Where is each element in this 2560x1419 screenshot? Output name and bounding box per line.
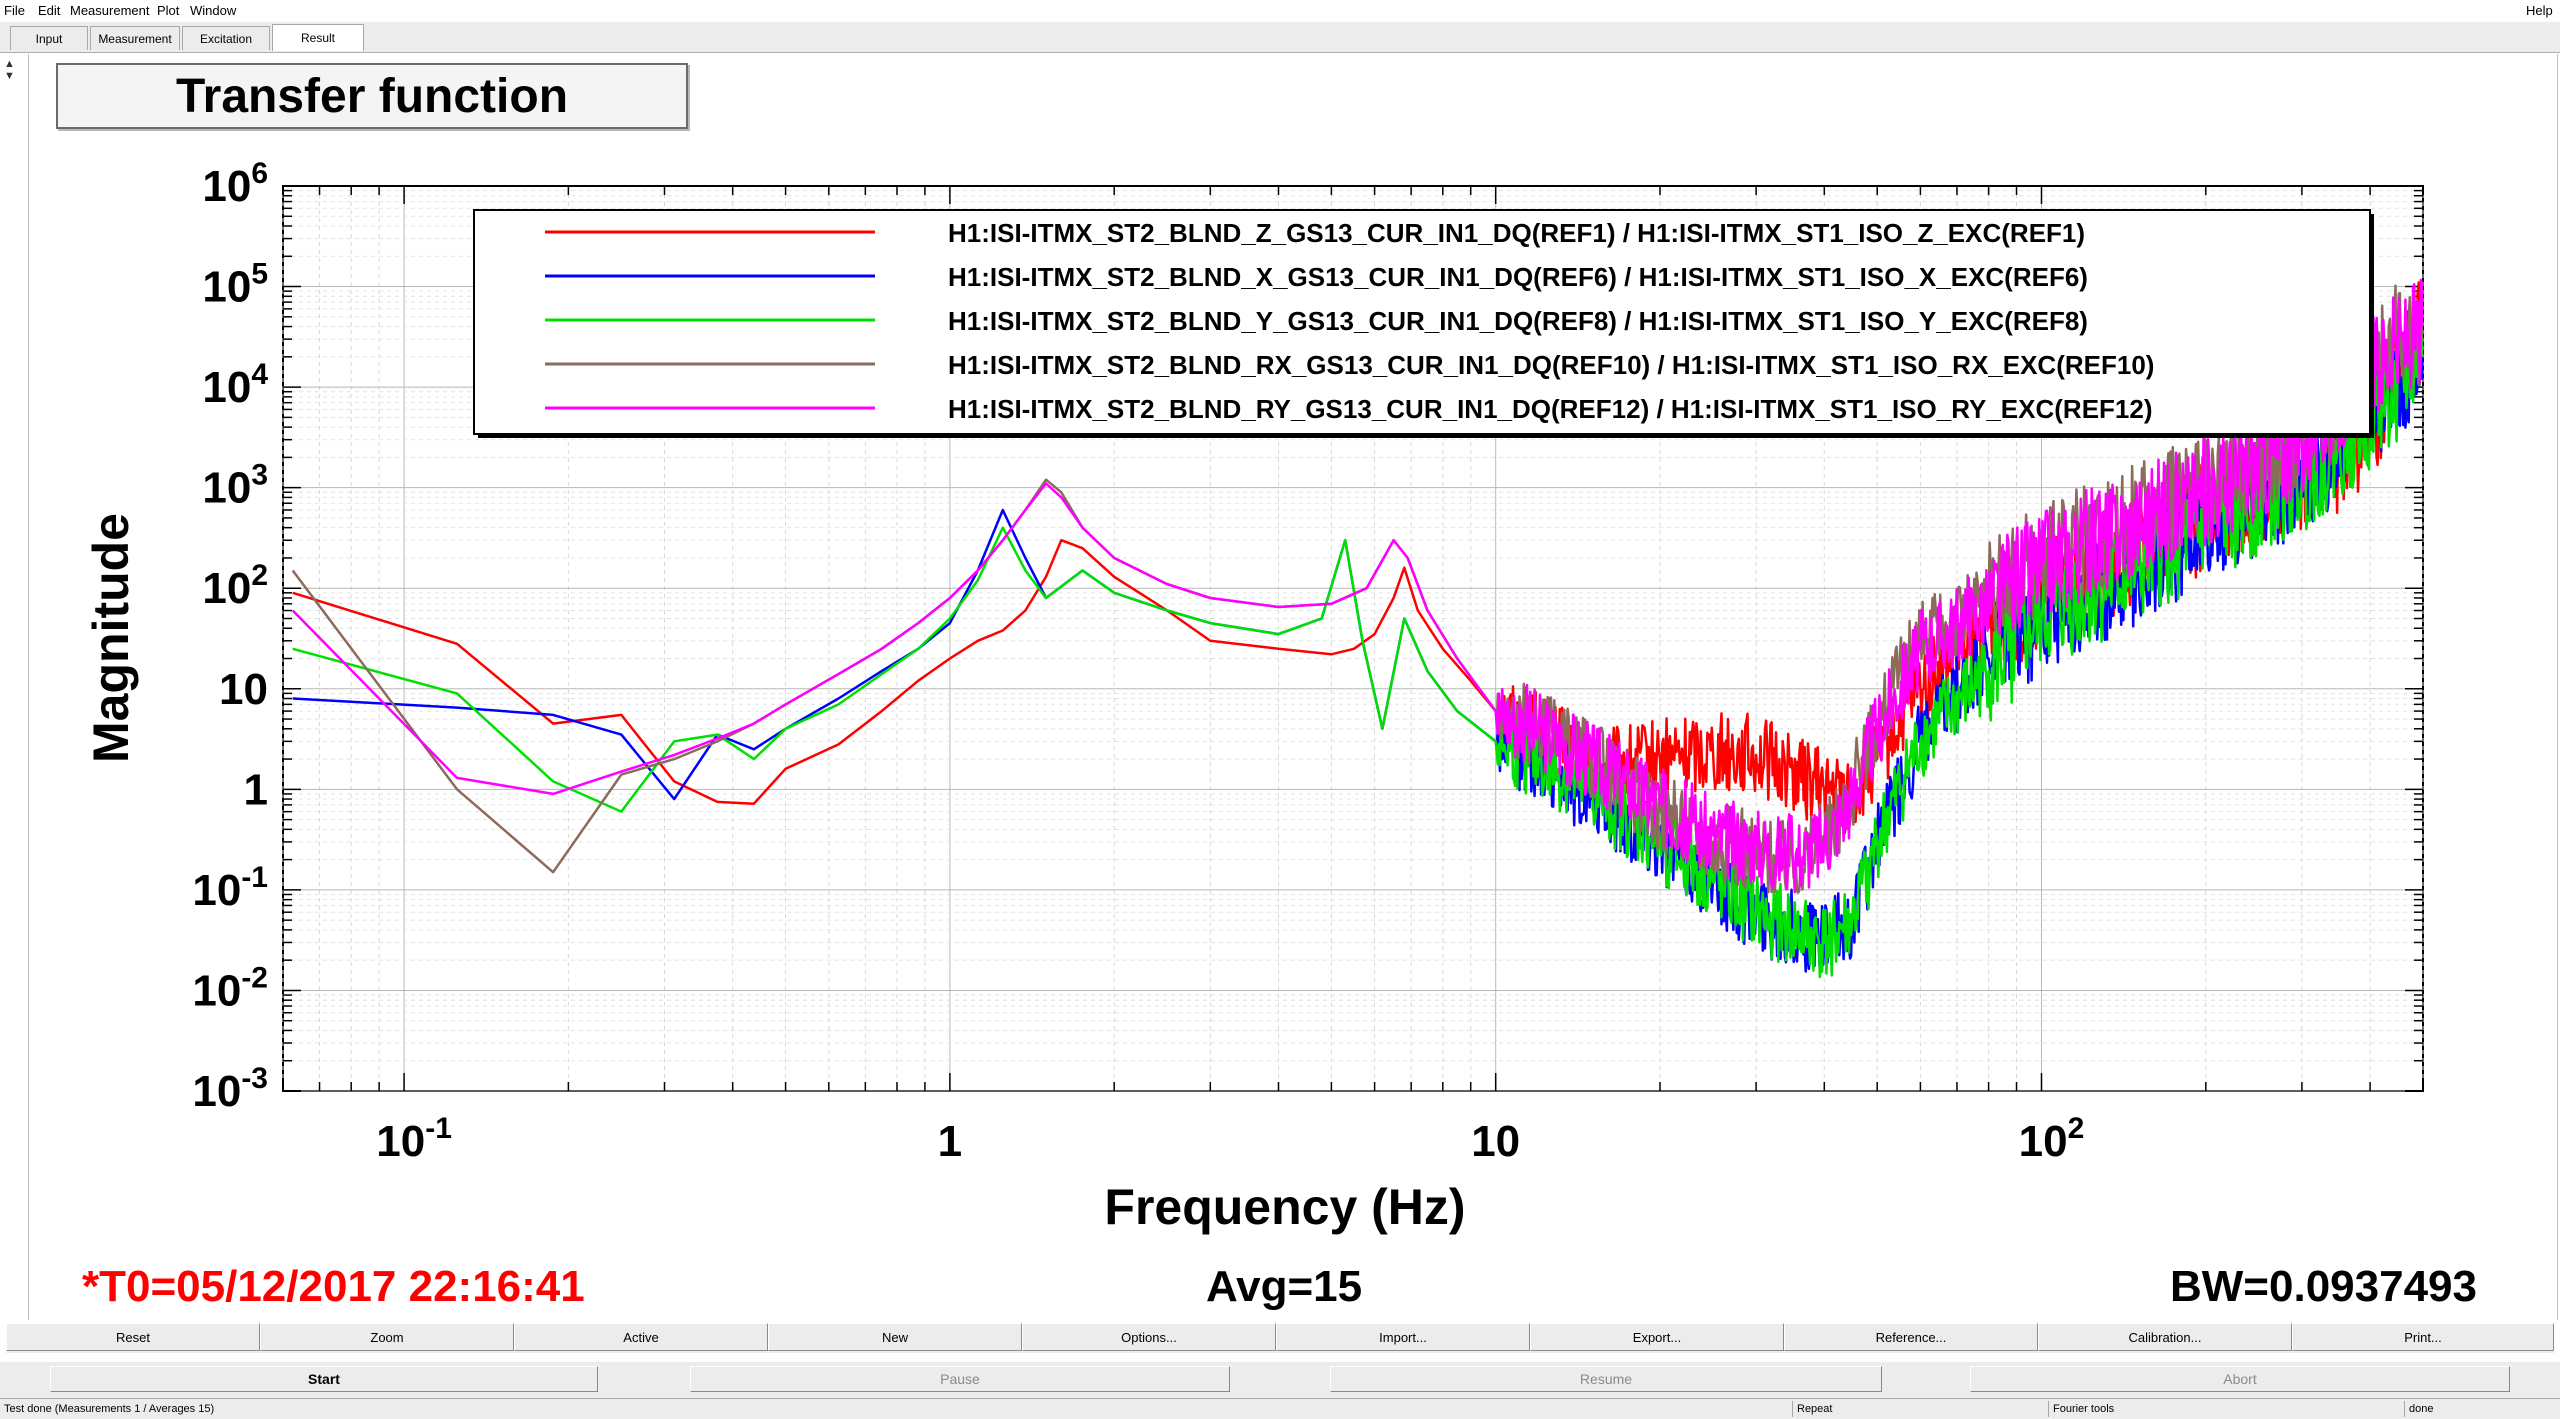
legend-entry: H1:ISI-ITMX_ST2_BLND_X_GS13_CUR_IN1_DQ(R… — [948, 262, 2088, 292]
status-state: done — [2404, 1401, 2560, 1417]
reset-button[interactable]: Reset — [6, 1323, 260, 1351]
y-tick-label: 1 — [244, 765, 268, 814]
action-toolbar: Reset Zoom Active New Options... Import.… — [6, 1323, 2554, 1353]
legend-entry: H1:ISI-ITMX_ST2_BLND_Y_GS13_CUR_IN1_DQ(R… — [948, 306, 2088, 336]
status-message: Test done (Measurements 1 / Averages 15) — [4, 1403, 215, 1415]
x-tick-label: 1 — [938, 1117, 962, 1166]
pause-button[interactable]: Pause — [690, 1366, 1230, 1392]
legend-entry: H1:ISI-ITMX_ST2_BLND_RY_GS13_CUR_IN1_DQ(… — [948, 394, 2153, 424]
x-axis-label: Frequency (Hz) — [1104, 1179, 1465, 1235]
import-button[interactable]: Import... — [1276, 1323, 1530, 1351]
print-button[interactable]: Print... — [2292, 1323, 2554, 1351]
reference-button[interactable]: Reference... — [1784, 1323, 2038, 1351]
start-button[interactable]: Start — [50, 1366, 598, 1392]
y-tick-label: 10-1 — [192, 861, 268, 915]
x-tick-label: 10-1 — [376, 1112, 452, 1166]
legend-shadow — [2370, 214, 2374, 438]
t0-label: *T0=05/12/2017 22:16:41 — [82, 1262, 585, 1311]
transfer-function-chart[interactable]: 10-1 1 10 102 10-310-210-111010210310410510… — [0, 0, 2560, 1260]
y-tick-label: 102 — [202, 559, 268, 613]
status-repeat: Repeat — [1792, 1401, 2048, 1417]
x-tick-label: 10 — [1471, 1117, 1520, 1166]
y-tick-label: 104 — [202, 358, 268, 412]
options-button[interactable]: Options... — [1022, 1323, 1276, 1351]
run-toolbar: Start Pause Resume Abort — [0, 1362, 2560, 1398]
export-button[interactable]: Export... — [1530, 1323, 1784, 1351]
status-tool: Fourier tools — [2048, 1401, 2404, 1417]
zoom-button[interactable]: Zoom — [260, 1323, 514, 1351]
y-tick-label: 103 — [202, 459, 268, 513]
abort-button[interactable]: Abort — [1970, 1366, 2510, 1392]
x-tick-labels: 10-1 1 10 102 — [376, 1112, 2084, 1166]
y-tick-label: 105 — [202, 258, 268, 312]
legend-shadow-bottom — [478, 434, 2374, 438]
y-tick-label: 10 — [219, 665, 268, 714]
y-tick-label: 10-3 — [192, 1062, 268, 1116]
legend: H1:ISI-ITMX_ST2_BLND_Z_GS13_CUR_IN1_DQ(R… — [473, 209, 2374, 438]
y-tick-label: 10-2 — [192, 961, 268, 1015]
legend-entry: H1:ISI-ITMX_ST2_BLND_RX_GS13_CUR_IN1_DQ(… — [948, 350, 2154, 380]
legend-entry: H1:ISI-ITMX_ST2_BLND_Z_GS13_CUR_IN1_DQ(R… — [948, 218, 2085, 248]
new-button[interactable]: New — [768, 1323, 1022, 1351]
active-button[interactable]: Active — [514, 1323, 768, 1351]
x-tick-label: 102 — [2019, 1112, 2085, 1166]
status-bar: Test done (Measurements 1 / Averages 15)… — [0, 1398, 2560, 1419]
y-axis-label: Magnitude — [83, 513, 139, 763]
y-tick-label: 106 — [202, 157, 268, 211]
calibration-button[interactable]: Calibration... — [2038, 1323, 2292, 1351]
bw-label: BW=0.0937493 — [2170, 1262, 2477, 1311]
avg-label: Avg=15 — [1206, 1262, 1363, 1311]
resume-button[interactable]: Resume — [1330, 1366, 1882, 1392]
y-tick-labels: 10-3 10-2 10-1 1 10 102 103 104 105 106 — [192, 157, 268, 1116]
